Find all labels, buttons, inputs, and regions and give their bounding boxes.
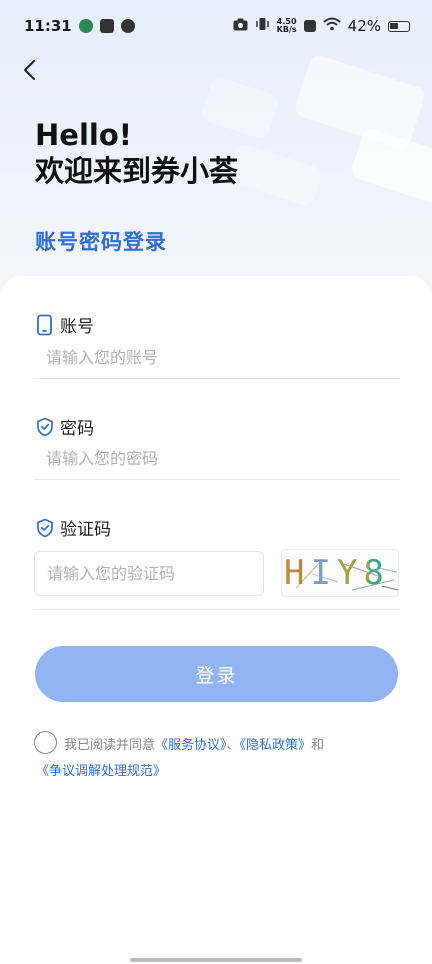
agreement-and: 和: [311, 738, 325, 753]
greeting-title: Hello! 欢迎来到券小荟: [35, 117, 238, 189]
home-indicator[interactable]: [130, 958, 302, 962]
code-label-text: 验证码: [60, 520, 111, 540]
agreement-separator: 、: [226, 738, 240, 753]
notification-mail-icon: [99, 19, 114, 33]
camera-icon: [233, 17, 248, 35]
sim-off-icon: [303, 20, 316, 32]
dispute-rules-link[interactable]: 《争议调解处理规范》: [36, 764, 166, 779]
net-speed-unit: KB/s: [276, 25, 297, 34]
password-divider: [34, 479, 400, 480]
service-agreement-link[interactable]: 《服务协议》: [155, 738, 227, 753]
network-speed: 4.50 KB/s: [277, 18, 297, 34]
greeting-line-1: Hello!: [35, 118, 132, 152]
privacy-policy-link[interactable]: 《隐私政策》: [240, 738, 312, 753]
login-form-card: [0, 276, 432, 964]
captcha-image[interactable]: HIY8: [281, 549, 399, 597]
shield-check-icon: [37, 417, 53, 436]
status-time: 11:31: [24, 17, 72, 35]
password-label: 密码: [36, 414, 94, 439]
account-input[interactable]: [34, 337, 400, 377]
login-button[interactable]: 登录: [35, 646, 398, 702]
back-button[interactable]: [16, 56, 42, 84]
account-label: 账号: [36, 312, 94, 337]
vibrate-icon: [255, 17, 270, 35]
code-input[interactable]: [35, 552, 263, 595]
agreement-checkbox[interactable]: [34, 731, 57, 754]
decoration-shape: [226, 142, 324, 208]
login-mode-title: 账号密码登录: [35, 230, 167, 254]
decoration-shape: [293, 53, 427, 151]
chevron-left-icon: [24, 60, 35, 80]
status-bar: 11:31 4.50 KB/s 42%: [0, 0, 432, 52]
battery-icon: [388, 20, 410, 32]
notification-app-icon: [78, 19, 93, 33]
greeting-line-2: 欢迎来到券小荟: [35, 154, 239, 188]
decoration-shape: [349, 126, 432, 206]
account-label-text: 账号: [60, 317, 94, 337]
notification-link-icon: [120, 19, 135, 33]
wifi-icon: [322, 17, 341, 35]
agreement-text: 我已阅读并同意《服务协议》、《隐私政策》和 《争议调解处理规范》: [36, 733, 404, 779]
phone-icon: [37, 314, 52, 335]
account-divider: [34, 378, 400, 379]
battery-percent: 42%: [347, 17, 381, 35]
code-divider: [34, 609, 400, 610]
shield-check-icon: [37, 518, 53, 537]
password-input[interactable]: [34, 438, 400, 478]
captcha-text: HIY8: [282, 550, 398, 596]
password-label-text: 密码: [60, 419, 94, 439]
agreement-prefix: 我已阅读并同意: [64, 738, 156, 753]
code-label: 验证码: [36, 515, 111, 540]
code-input-box: [34, 551, 264, 596]
